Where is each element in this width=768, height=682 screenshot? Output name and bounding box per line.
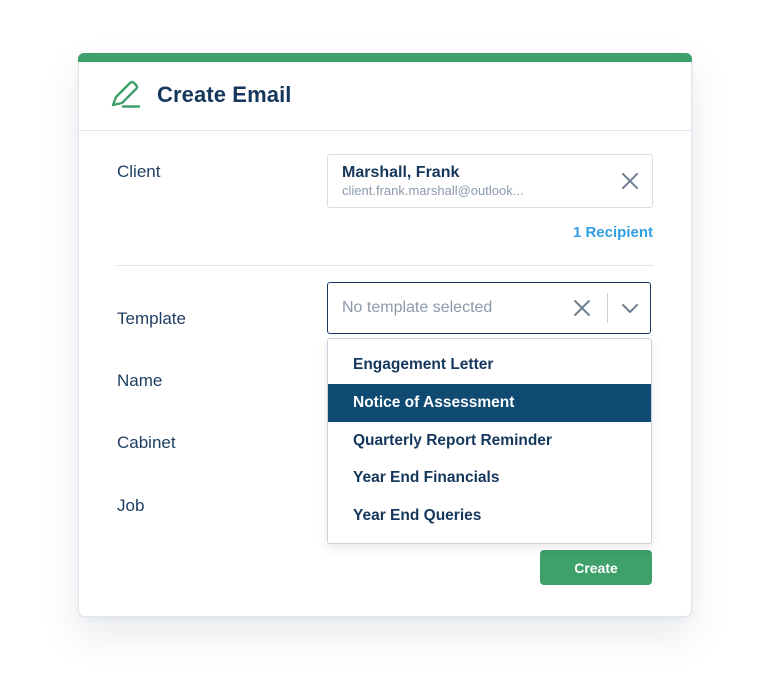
cabinet-label: Cabinet [117, 433, 176, 452]
job-label: Job [117, 496, 145, 515]
client-email: client.frank.marshall@outlook... [342, 183, 524, 198]
pen-icon [111, 80, 141, 108]
client-label: Client [117, 162, 161, 181]
dialog-header: Create Email [79, 62, 691, 131]
template-option-year-end-financials[interactable]: Year End Financials [328, 459, 651, 497]
chevron-down-icon[interactable] [620, 299, 640, 319]
dialog-title: Create Email [157, 82, 292, 107]
client-chip[interactable]: Marshall, Frank client.frank.marshall@ou… [327, 154, 653, 208]
dialog-accent-bar [78, 53, 692, 62]
name-label: Name [117, 371, 163, 390]
template-placeholder: No template selected [342, 299, 493, 316]
template-clear-icon[interactable] [572, 298, 592, 318]
template-option-engagement-letter[interactable]: Engagement Letter [328, 346, 651, 384]
select-separator [607, 293, 608, 323]
recipient-count-link[interactable]: 1 Recipient [573, 223, 653, 243]
template-dropdown-menu: Engagement Letter Notice of Assessment Q… [327, 338, 652, 544]
template-option-notice-of-assessment[interactable]: Notice of Assessment [328, 384, 651, 422]
create-button[interactable]: Create [540, 550, 652, 585]
client-clear-icon[interactable] [620, 171, 640, 191]
template-label: Template [117, 309, 186, 328]
page: Create Email Client Marshall, Frank clie… [0, 0, 768, 682]
create-email-dialog: Create Email Client Marshall, Frank clie… [78, 53, 692, 617]
template-option-year-end-queries[interactable]: Year End Queries [328, 497, 651, 535]
client-name: Marshall, Frank [342, 164, 460, 181]
section-divider [116, 265, 654, 266]
template-option-quarterly-report-reminder[interactable]: Quarterly Report Reminder [328, 422, 651, 460]
template-select[interactable]: No template selected [327, 282, 651, 334]
